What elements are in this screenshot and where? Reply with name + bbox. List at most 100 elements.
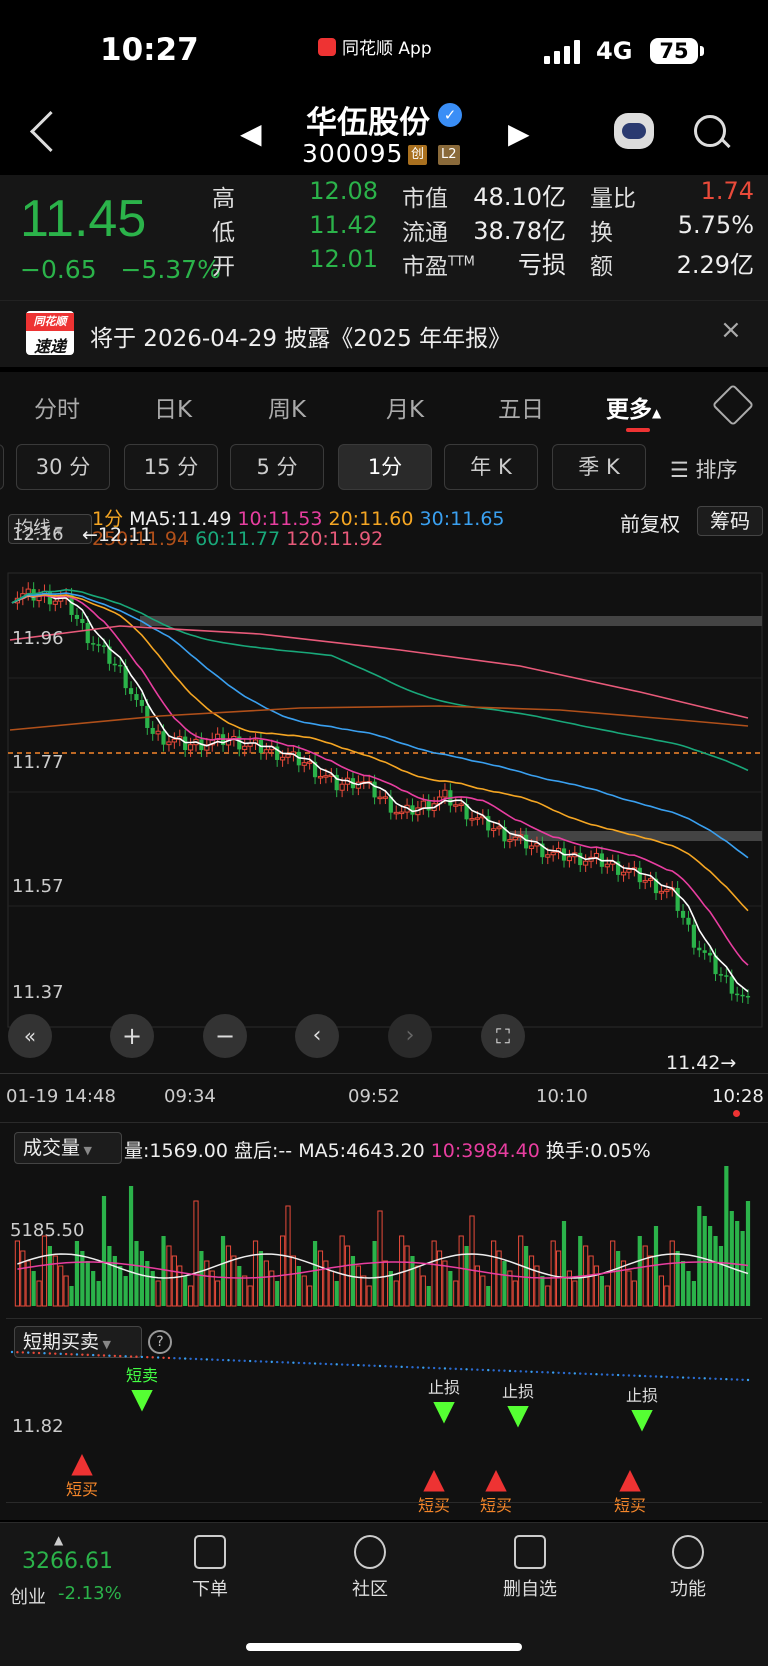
- prev-stock-icon[interactable]: ◀: [240, 117, 262, 150]
- signal-dot: [497, 1369, 501, 1372]
- stat-value-volratio: 1.74: [700, 177, 754, 205]
- signal-dot: [189, 1357, 192, 1360]
- function-tab[interactable]: 功能: [628, 1535, 748, 1601]
- next-stock-icon[interactable]: ▶: [508, 117, 530, 150]
- signal-dot: [676, 1376, 679, 1379]
- app-badge[interactable]: 同花顺 App: [318, 34, 432, 59]
- status-time: 10:27: [100, 32, 199, 68]
- signal-dot: [443, 1367, 447, 1370]
- signal-dot: [140, 1355, 144, 1359]
- signal-dot: [649, 1375, 652, 1378]
- volume-bar: [399, 1235, 405, 1307]
- scroll-right-icon[interactable]: ›: [388, 1014, 432, 1058]
- subtab-5m[interactable]: 5 分: [230, 444, 324, 490]
- signal-dot: [10, 1350, 14, 1354]
- volume-select[interactable]: 成交量 ▼: [14, 1132, 122, 1164]
- order-tab[interactable]: 下单: [150, 1535, 270, 1601]
- news-logo-icon: 同花顺 速递: [26, 311, 74, 356]
- volume-bar: [420, 1275, 426, 1307]
- volume-bar: [101, 1196, 107, 1306]
- volume-bar: [69, 1286, 74, 1306]
- signal-dot: [340, 1363, 344, 1366]
- stat-value-open: 12.01: [309, 245, 378, 273]
- volume-bar: [361, 1275, 367, 1307]
- subtab-partial[interactable]: [0, 444, 4, 490]
- stat-label-amount: 额: [590, 254, 613, 280]
- volume-bar: [263, 1260, 269, 1307]
- tab-five-day[interactable]: 五日: [498, 390, 544, 424]
- subtab-season-k[interactable]: 季 K: [552, 444, 646, 490]
- stat-value-pe: 亏损: [518, 251, 566, 279]
- settings-icon[interactable]: [711, 383, 755, 427]
- volume-bar: [647, 1255, 654, 1307]
- sort-button[interactable]: ☰ 排序: [670, 454, 738, 484]
- resistance-band-top: [140, 616, 762, 626]
- index-change: -2.13%: [58, 1583, 122, 1604]
- signal-dot: [681, 1376, 685, 1379]
- green-down-arrow-icon: ▼: [507, 1398, 529, 1431]
- app-logo-icon: [318, 37, 336, 56]
- close-icon[interactable]: ×: [720, 315, 742, 345]
- notice-banner[interactable]: 同花顺 速递 将于 2026-04-29 披露《2025 年年报》 ×: [0, 300, 768, 367]
- volume-bar: [631, 1280, 637, 1307]
- candle-body: [686, 917, 691, 925]
- green-down-arrow-icon: ▼: [631, 1402, 653, 1435]
- tab-daily-k[interactable]: 日K: [154, 390, 192, 424]
- y-label-5: 11.37: [12, 982, 64, 1003]
- signal-dot: [211, 1358, 214, 1361]
- signal-dot: [622, 1374, 625, 1377]
- candle-body: [528, 845, 535, 849]
- tab-more[interactable]: 更多▲: [606, 390, 661, 424]
- volume-bar: [642, 1245, 648, 1307]
- scroll-left-icon[interactable]: ‹: [295, 1014, 339, 1058]
- signal-dot: [541, 1370, 544, 1374]
- back-chevron-icon[interactable]: [29, 110, 72, 153]
- tab-monthly-k[interactable]: 月K: [386, 390, 424, 424]
- list-icon: ☰: [670, 458, 689, 482]
- candle-body: [724, 975, 729, 977]
- tab-weekly-k[interactable]: 周K: [268, 390, 306, 424]
- candle-body: [285, 754, 291, 758]
- tab-intraday[interactable]: 分时: [34, 390, 80, 424]
- volume-bar: [588, 1255, 594, 1307]
- index-value[interactable]: 3266.61: [22, 1549, 113, 1574]
- current-price: 11.45: [20, 190, 147, 248]
- volume-select-label: 成交量: [23, 1137, 81, 1159]
- fullscreen-icon[interactable]: ⛶: [481, 1014, 525, 1058]
- function-label: 功能: [670, 1579, 706, 1600]
- signal-dot: [357, 1363, 360, 1367]
- green-down-arrow-icon: ▼: [433, 1394, 455, 1427]
- red-up-arrow-icon: ▲: [619, 1462, 641, 1495]
- signal-dot: [129, 1355, 133, 1358]
- signal-dot: [476, 1368, 479, 1371]
- volume-bar: [301, 1275, 307, 1307]
- signal-dot: [48, 1352, 52, 1355]
- subtab-year-k[interactable]: 年 K: [444, 444, 538, 490]
- volume-bar: [745, 1201, 751, 1306]
- community-tab[interactable]: 社区: [310, 1535, 430, 1601]
- signal-dot: [584, 1372, 587, 1376]
- subtab-15m[interactable]: 15 分: [124, 444, 218, 490]
- signal-dot: [119, 1354, 122, 1358]
- volume-bar: [675, 1251, 680, 1306]
- candle-body: [642, 879, 648, 883]
- zoom-out-icon[interactable]: −: [203, 1014, 247, 1058]
- subtab-30m[interactable]: 30 分: [16, 444, 110, 490]
- zoom-in-icon[interactable]: +: [110, 1014, 154, 1058]
- y-label-1: 12.16: [12, 524, 64, 545]
- subtab-1m[interactable]: 1分: [338, 444, 432, 490]
- signal-dot: [248, 1359, 252, 1363]
- zoom-out-far-icon[interactable]: «: [8, 1014, 52, 1058]
- signal-dot: [102, 1354, 106, 1357]
- signal-dot: [671, 1375, 674, 1379]
- remove-watchlist-tab[interactable]: 删自选: [470, 1535, 590, 1601]
- search-icon[interactable]: [694, 115, 726, 147]
- ai-robot-icon[interactable]: [614, 113, 654, 149]
- volume-bar: [312, 1241, 318, 1306]
- order-icon: [194, 1535, 226, 1569]
- signal-dot: [313, 1362, 317, 1365]
- volume-bar: [740, 1231, 745, 1306]
- candle-body: [550, 851, 556, 856]
- kline-chart: [7, 572, 763, 1028]
- signal-dot: [579, 1372, 582, 1375]
